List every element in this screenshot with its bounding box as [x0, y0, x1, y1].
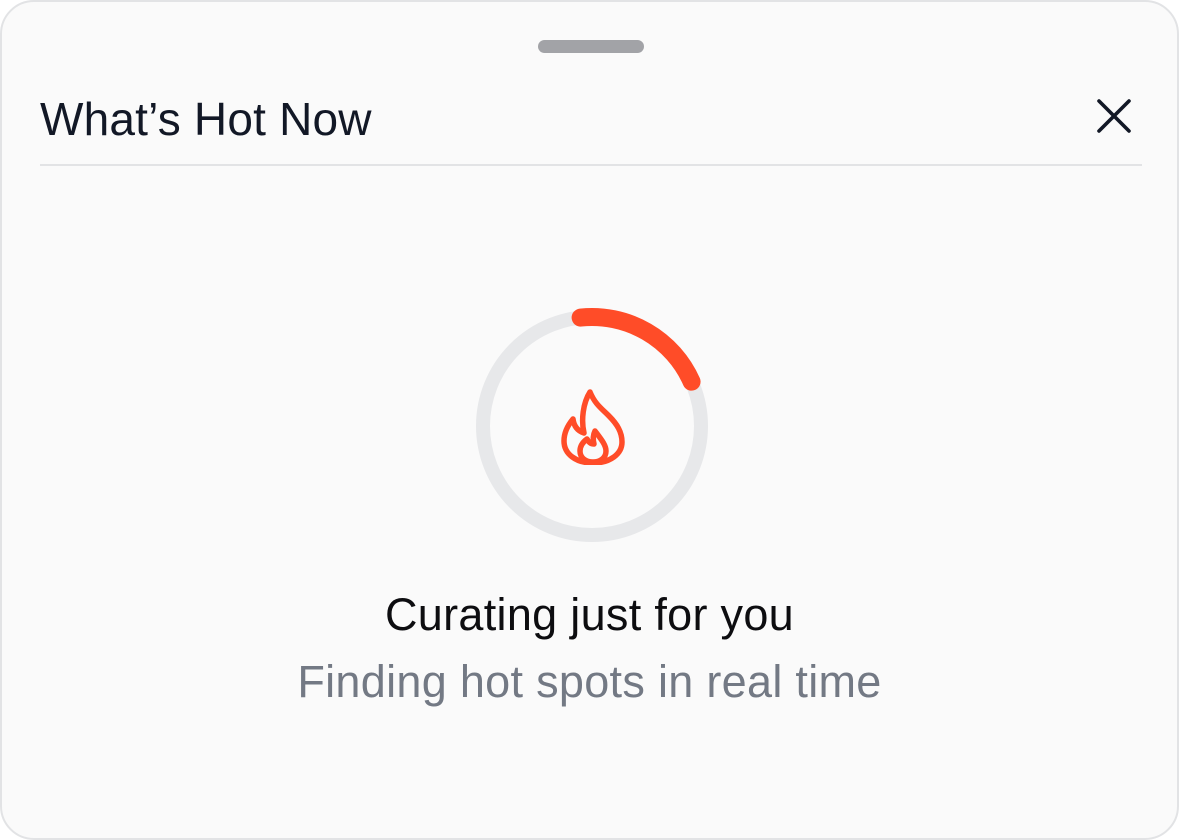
flame-icon	[561, 389, 625, 465]
sheet-header: What’s Hot Now	[40, 82, 1142, 166]
close-button[interactable]	[1090, 92, 1138, 140]
loading-subtitle: Finding hot spots in real time	[297, 656, 882, 707]
loading-title: Curating just for you	[385, 589, 794, 640]
close-icon	[1097, 99, 1131, 133]
hot-now-sheet: What’s Hot Now Curating just for you Fin…	[0, 0, 1179, 840]
sheet-title: What’s Hot Now	[40, 93, 372, 145]
spinner-progress-arc	[571, 308, 701, 391]
drag-handle[interactable]	[538, 40, 644, 53]
loading-spinner	[468, 302, 716, 550]
